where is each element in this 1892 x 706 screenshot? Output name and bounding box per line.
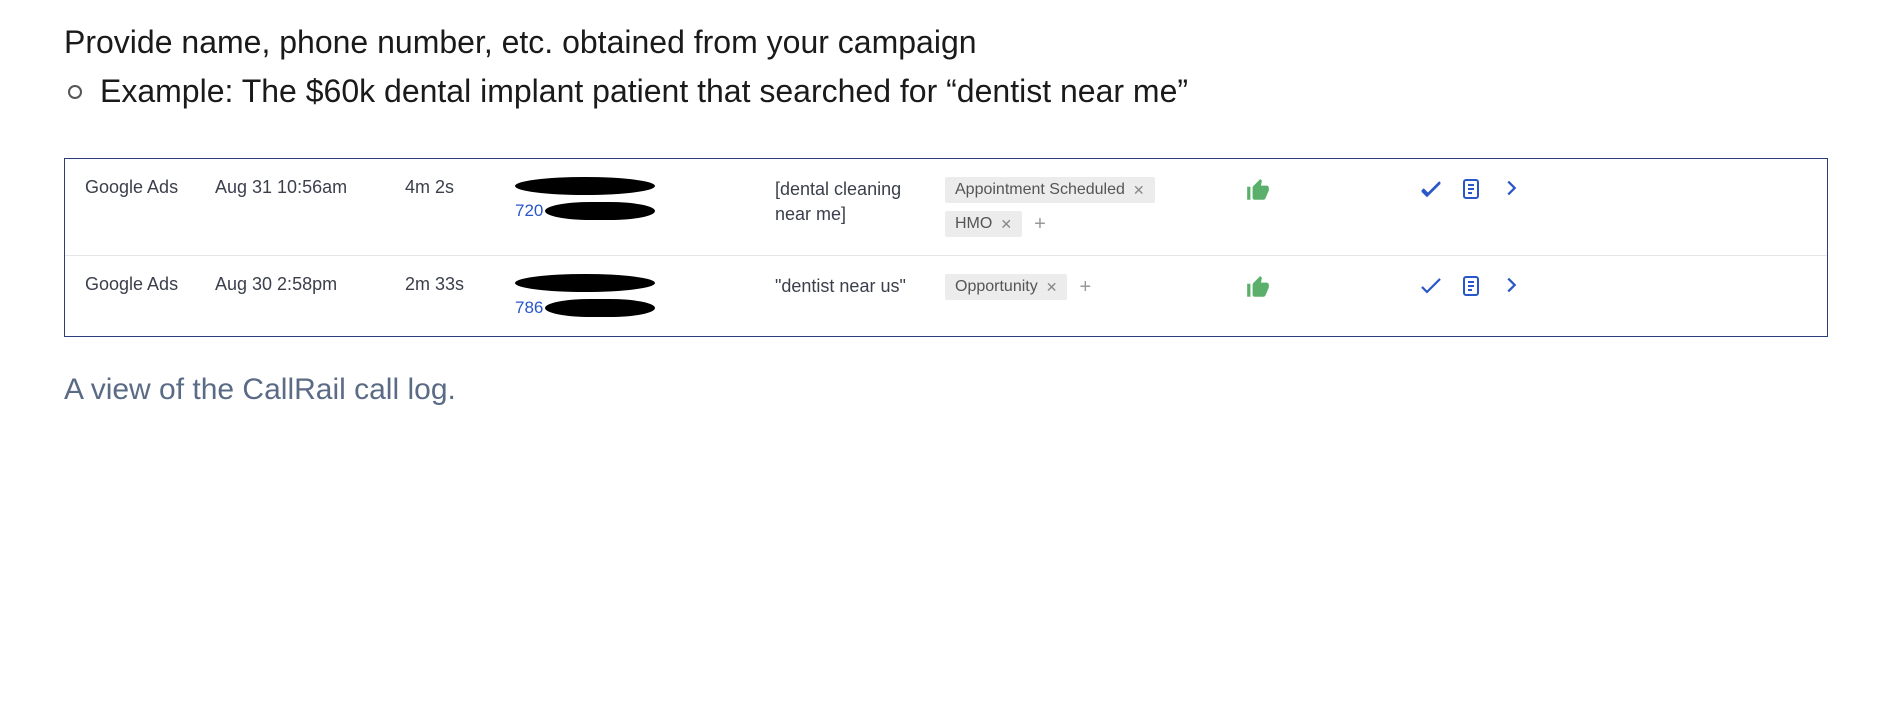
tag-label: Opportunity [955,278,1038,296]
table-row: Google Ads Aug 30 2:58pm 2m 33s 786 "den… [65,256,1827,336]
phone-prefix: 786 [515,298,543,318]
contact-cell: 786 [515,274,775,318]
source-cell: Google Ads [85,177,215,198]
figure-caption: A view of the CallRail call log. [64,373,1828,407]
redacted-name [515,177,655,195]
checkmark-icon[interactable] [1415,274,1455,298]
note-icon[interactable] [1455,274,1495,298]
chevron-right-icon[interactable] [1495,177,1535,199]
duration-cell: 4m 2s [405,177,515,198]
checkmark-icon[interactable] [1415,177,1455,201]
tag-label: HMO [955,215,992,233]
tag-chip[interactable]: Appointment Scheduled ✕ [945,177,1155,203]
keyword-cell: "dentist near us" [775,274,945,299]
datetime-cell: Aug 30 2:58pm [215,274,405,295]
thumbs-up-icon[interactable] [1245,274,1325,300]
tags-cell: Opportunity ✕ + [945,274,1245,300]
redacted-phone [545,202,655,220]
phone-number[interactable]: 786 [515,298,767,318]
tag-label: Appointment Scheduled [955,181,1125,199]
close-icon[interactable]: ✕ [1000,216,1012,233]
add-tag-button[interactable]: + [1030,213,1050,236]
bullet-text: Example: The $60k dental implant patient… [100,73,1188,110]
datetime-cell: Aug 31 10:56am [215,177,405,198]
close-icon[interactable]: ✕ [1133,182,1145,199]
tag-chip[interactable]: HMO ✕ [945,211,1022,237]
tag-chip[interactable]: Opportunity ✕ [945,274,1067,300]
bullet-item: Example: The $60k dental implant patient… [68,73,1828,110]
phone-prefix: 720 [515,201,543,221]
keyword-cell: [dental cleaning near me] [775,177,945,227]
note-icon[interactable] [1455,177,1495,201]
redacted-phone [545,299,655,317]
page-title: Provide name, phone number, etc. obtaine… [64,24,1828,61]
thumbs-up-icon[interactable] [1245,177,1325,203]
duration-cell: 2m 33s [405,274,515,295]
phone-number[interactable]: 720 [515,201,767,221]
call-log-table: Google Ads Aug 31 10:56am 4m 2s 720 [den… [64,158,1828,337]
redacted-name [515,274,655,292]
source-cell: Google Ads [85,274,215,295]
add-tag-button[interactable]: + [1075,276,1095,299]
bullet-marker-icon [68,85,82,99]
table-row: Google Ads Aug 31 10:56am 4m 2s 720 [den… [65,159,1827,256]
contact-cell: 720 [515,177,775,221]
tags-cell: Appointment Scheduled ✕ HMO ✕ + [945,177,1245,237]
chevron-right-icon[interactable] [1495,274,1535,296]
close-icon[interactable]: ✕ [1046,279,1058,296]
